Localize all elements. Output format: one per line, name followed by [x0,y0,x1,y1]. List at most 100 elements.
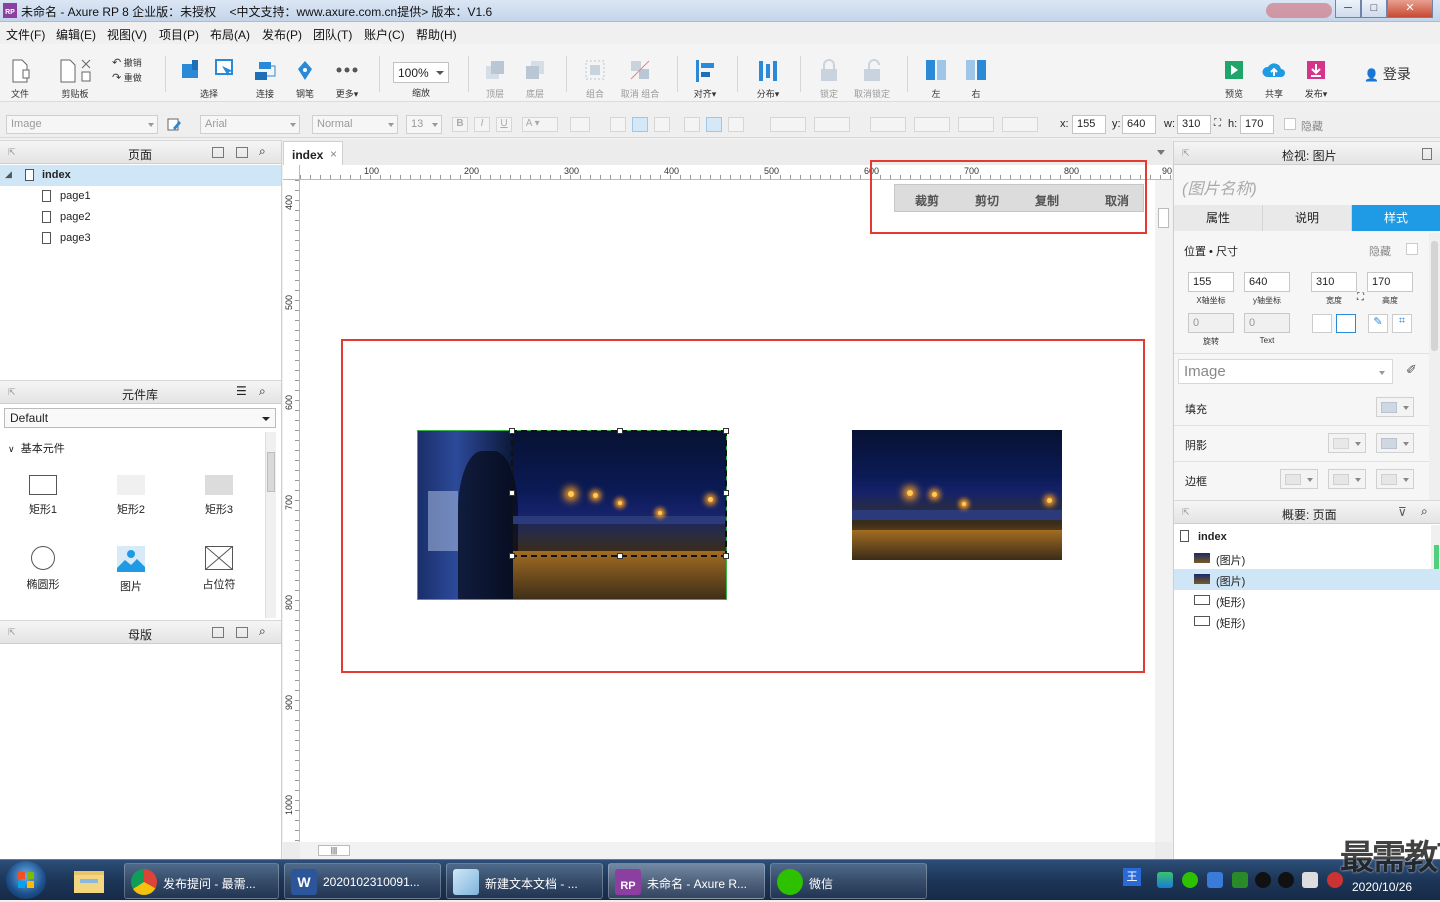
scrollbar-thumb[interactable] [1158,208,1169,228]
x-coordinate-input[interactable]: 155 [1188,272,1234,292]
hidden-checkbox[interactable] [1406,243,1418,255]
start-button[interactable] [6,861,46,899]
outer-shadow-picker[interactable] [1328,433,1366,453]
add-page-icon[interactable] [212,147,224,158]
inner-shadow-picker[interactable] [1376,433,1414,453]
clipboard-button[interactable]: 剪贴板 [58,58,92,100]
unlock-button[interactable]: 取消锁定 [851,58,893,100]
collapse-pin-icon[interactable]: ⇱ [1182,507,1190,518]
font-weight-select[interactable]: Normal [312,115,398,134]
more-tools-button[interactable]: 更多▾ [330,58,364,100]
rotation-input[interactable]: 0 [1188,313,1234,333]
text-align-right-icon[interactable] [654,117,670,132]
h-input[interactable]: 170 [1240,115,1274,134]
style-edit-icon[interactable]: ✐ [1406,362,1417,378]
text-rotation-input[interactable]: 0 [1244,313,1290,333]
aspect-lock-icon[interactable]: ⛶ [1214,118,1221,129]
clock-date[interactable]: 2020/10/26 [1352,880,1412,894]
close-window-button[interactable]: ✕ [1387,0,1433,18]
menu-file[interactable]: 文件(F) [6,26,45,43]
font-size-select[interactable]: 13 [406,115,442,134]
crop-handle[interactable] [723,428,729,434]
input-method-icon[interactable]: 王 [1123,868,1141,886]
border-color-picker[interactable] [1328,469,1366,489]
crop-handle[interactable] [509,490,515,496]
bullet-list-icon[interactable] [570,117,590,132]
zoom-select[interactable]: 100% [393,62,449,83]
minimize-button[interactable]: ─ [1335,0,1361,18]
cut-button[interactable]: 剪切 [975,192,999,209]
text-align-center-icon[interactable] [632,117,648,132]
chevron-down-icon[interactable] [1157,150,1165,155]
shield-icon[interactable] [1207,872,1223,888]
select-mode-button[interactable]: 选择 [180,58,238,100]
library-scrollbar[interactable] [265,432,276,618]
fill-color-picker[interactable] [1376,397,1414,417]
widget-rectangle1[interactable]: 矩形1 [13,475,73,517]
valign-top-icon[interactable] [684,117,700,132]
tab-properties[interactable]: 属性 [1174,205,1263,231]
style-select[interactable]: Image [1178,359,1393,384]
x-input[interactable]: 155 [1072,115,1106,134]
widget-name-input[interactable]: (图片名称) [1182,175,1257,199]
menu-team[interactable]: 团队(T) [313,26,352,43]
taskbar-axure[interactable]: RP 未命名 - Axure R... [608,863,765,899]
hidden-checkbox[interactable] [1284,118,1296,130]
menu-edit[interactable]: 编辑(E) [56,26,96,43]
undo-button[interactable]: ↶ 撤销 [112,56,148,69]
copy-button[interactable]: 复制 [1035,192,1059,209]
bold-icon[interactable]: B [452,117,468,132]
text-align-left-icon[interactable] [610,117,626,132]
crop-button[interactable]: 裁剪 [915,192,939,209]
widget-ellipse[interactable]: 椭圆形 [13,546,73,592]
outline-item-image-selected[interactable]: (图片) [1174,569,1440,590]
menu-account[interactable]: 账户(C) [364,26,405,43]
scrollbar-thumb[interactable]: ||| [318,845,350,856]
line-style-icon[interactable] [958,117,994,132]
distribute-button[interactable]: 分布▾ [750,58,786,100]
pen-icon[interactable]: ✎ [1368,314,1388,333]
collapse-pin-icon[interactable]: ⇱ [8,627,16,638]
outline-item-image[interactable]: (图片) [1174,548,1429,569]
menu-project[interactable]: 项目(P) [159,26,199,43]
width-input[interactable]: 310 [1311,272,1357,292]
crop-selection-box[interactable] [509,428,729,559]
crop-icon[interactable]: ⌗ [1392,314,1412,333]
widget-rectangle3[interactable]: 矩形3 [189,475,249,517]
login-button[interactable]: 👤 登录 [1364,64,1411,84]
aspect-lock-icon[interactable]: ⛶ [1357,292,1364,303]
network-icon[interactable] [1302,872,1318,888]
border-width-picker[interactable] [1280,469,1318,489]
page-tree-item-page3[interactable]: page3 [0,228,281,249]
valign-middle-icon[interactable] [706,117,722,132]
y-coordinate-input[interactable]: 640 [1244,272,1290,292]
style-edit-icon[interactable] [166,116,182,131]
taskbar-notepad[interactable]: 新建文本文档 - ... [446,863,603,899]
widget-rectangle2[interactable]: 矩形2 [101,475,161,517]
menu-publish[interactable]: 发布(P) [262,26,302,43]
scrollbar-thumb[interactable] [1431,241,1438,351]
crop-handle[interactable] [509,428,515,434]
widget-group-header[interactable]: ∨ 基本元件 [8,440,65,456]
collapse-pin-icon[interactable]: ⇱ [8,387,16,398]
collapse-triangle-icon[interactable]: ◢ [5,169,12,180]
menu-layout[interactable]: 布局(A) [210,26,250,43]
menu-help[interactable]: 帮助(H) [416,26,457,43]
font-family-select[interactable]: Arial [200,115,300,134]
fit-image-icon[interactable] [1336,314,1356,333]
page-icon[interactable] [1422,148,1432,160]
menu-icon[interactable]: ☰ [236,384,247,398]
right-button[interactable]: 右 [962,58,990,100]
search-icon[interactable]: ⌕ [259,384,266,399]
outline-item-rectangle[interactable]: (矩形) [1174,590,1429,611]
group-button[interactable]: 组合 [580,58,610,100]
fit-to-content-icon[interactable] [1312,314,1332,333]
explorer-taskbar-button[interactable] [66,865,112,897]
crop-handle[interactable] [617,428,623,434]
inspector-scrollbar[interactable] [1429,233,1440,503]
collapse-pin-icon[interactable]: ⇱ [1182,148,1190,159]
search-icon[interactable]: ⌕ [259,624,266,639]
crop-handle[interactable] [723,490,729,496]
tray-app-icon[interactable] [1157,872,1173,888]
scrollbar-thumb[interactable] [267,452,275,492]
